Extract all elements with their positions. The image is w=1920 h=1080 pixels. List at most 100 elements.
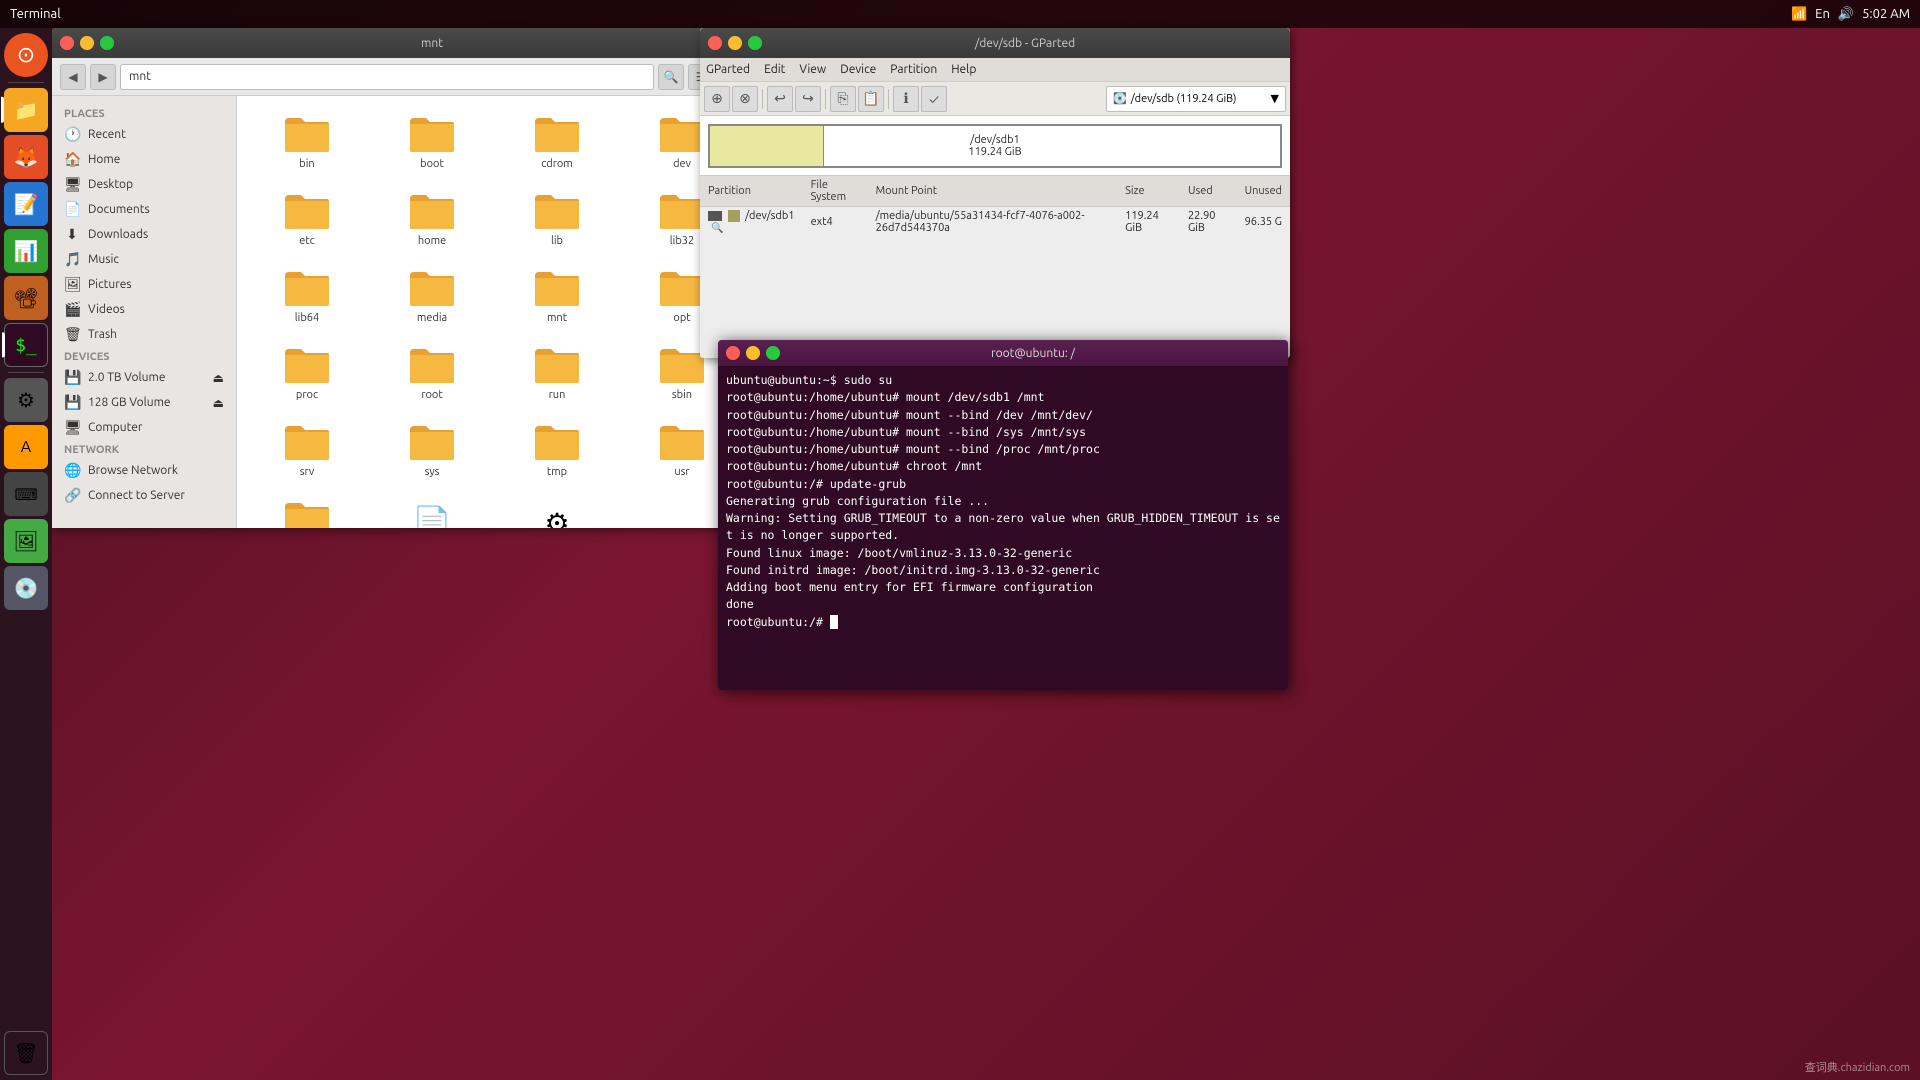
pictures-label: Pictures: [88, 278, 132, 291]
gp-btn-copy[interactable]: ⎘: [830, 86, 856, 112]
terminal-line: ubuntu@ubuntu:~$ sudo su: [726, 372, 1280, 389]
gp-btn-check[interactable]: ✓: [921, 86, 947, 112]
gparted-max-btn[interactable]: [748, 36, 762, 50]
path-bar[interactable]: mnt: [120, 64, 654, 90]
file-item[interactable]: tmp: [497, 414, 617, 486]
terminal-min-btn[interactable]: [746, 346, 760, 360]
file-item[interactable]: bin: [247, 106, 367, 178]
partition-partition: /dev/sdb1 🔍: [700, 207, 803, 238]
volume-128gb-label: 128 GB Volume: [88, 396, 171, 409]
file-manager-max-btn[interactable]: [100, 36, 114, 50]
network-icon: 📶: [1791, 7, 1807, 22]
sidebar-item-recent[interactable]: 🕐 Recent: [52, 122, 236, 147]
desktop-icon: 🖥: [64, 176, 80, 193]
devices-section-title: Devices: [52, 347, 236, 365]
file-item[interactable]: lib64: [247, 260, 367, 332]
forward-button[interactable]: ▶: [90, 64, 116, 90]
videos-icon: 🎬: [64, 301, 80, 318]
sidebar-item-connect-server[interactable]: 🔗 Connect to Server: [52, 483, 236, 508]
gp-btn-apply[interactable]: ↪: [795, 86, 821, 112]
eject-2tb-icon[interactable]: ⏏: [213, 371, 224, 385]
file-item[interactable]: 📄 initrd.img: [372, 491, 492, 528]
downloads-icon: ⬇: [64, 226, 80, 243]
gparted-menu-gparted[interactable]: GParted: [706, 63, 750, 76]
gp-btn-paste[interactable]: 📋: [858, 86, 884, 112]
launcher-icon-ubuntu[interactable]: ⊙: [4, 33, 48, 77]
back-button[interactable]: ◀: [60, 64, 86, 90]
launcher-icon-terminal[interactable]: $_: [4, 323, 48, 367]
launcher-icon-shortcuts[interactable]: ⌨: [4, 472, 48, 516]
gparted-menu-partition[interactable]: Partition: [890, 63, 937, 76]
disk-icon: [708, 211, 722, 221]
sidebar-item-browse-network[interactable]: 🌐 Browse Network: [52, 458, 236, 483]
gparted-menu-view[interactable]: View: [799, 63, 826, 76]
folder-icon: [658, 114, 706, 154]
eject-128gb-icon[interactable]: ⏏: [213, 396, 224, 410]
launcher-icon-browser[interactable]: 🦊: [4, 135, 48, 179]
file-item[interactable]: media: [372, 260, 492, 332]
terminal-line: Generating grub configuration file ...: [726, 493, 1280, 510]
file-item[interactable]: var: [247, 491, 367, 528]
folder-icon: [408, 114, 456, 154]
terminal-content[interactable]: ubuntu@ubuntu:~$ sudo suroot@ubuntu:/hom…: [718, 366, 1288, 690]
gparted-menu-help[interactable]: Help: [951, 63, 976, 76]
launcher-icon-impress[interactable]: 📽: [4, 276, 48, 320]
file-item[interactable]: boot: [372, 106, 492, 178]
search-button[interactable]: 🔍: [658, 64, 684, 90]
sidebar-item-home[interactable]: 🏠 Home: [52, 147, 236, 172]
table-row[interactable]: /dev/sdb1 🔍 ext4 /media/ubuntu/55a31434-…: [700, 207, 1290, 238]
sidebar-item-trash[interactable]: 🗑 Trash: [52, 322, 236, 347]
launcher-icon-settings[interactable]: ⚙: [4, 378, 48, 422]
file-manager-close-btn[interactable]: [60, 36, 74, 50]
file-item[interactable]: lib: [497, 183, 617, 255]
color-box: [728, 210, 740, 222]
sidebar-item-desktop[interactable]: 🖥 Desktop: [52, 172, 236, 197]
file-item[interactable]: proc: [247, 337, 367, 409]
device-selector[interactable]: 💽 /dev/sdb (119.24 GiB) ▼: [1106, 86, 1286, 112]
file-item[interactable]: root: [372, 337, 492, 409]
gp-btn-new[interactable]: ⊕: [704, 86, 730, 112]
launcher-icon-disk[interactable]: 💿: [4, 566, 48, 610]
sidebar-item-downloads[interactable]: ⬇ Downloads: [52, 222, 236, 247]
terminal-close-btn[interactable]: [726, 346, 740, 360]
launcher-icon-calc[interactable]: 📊: [4, 229, 48, 273]
gp-btn-undo[interactable]: ↩: [767, 86, 793, 112]
sidebar-item-computer[interactable]: 🖥 Computer: [52, 415, 236, 440]
terminal-title: root@ubuntu: /: [786, 347, 1280, 360]
sidebar-item-128gb[interactable]: 💾 128 GB Volume ⏏: [52, 390, 236, 415]
zoom-icon: 🔍: [711, 222, 723, 233]
sidebar-item-music[interactable]: 🎵 Music: [52, 247, 236, 272]
file-item[interactable]: mnt: [497, 260, 617, 332]
file-manager-min-btn[interactable]: [80, 36, 94, 50]
downloads-label: Downloads: [88, 228, 148, 241]
trash-icon: 🗑: [64, 326, 80, 343]
file-item[interactable]: cdrom: [497, 106, 617, 178]
sidebar-item-pictures[interactable]: 🖼 Pictures: [52, 272, 236, 297]
sidebar-item-2tb[interactable]: 💾 2.0 TB Volume ⏏: [52, 365, 236, 390]
partition-size-cell: 119.24 GiB: [1117, 207, 1180, 238]
gp-btn-info[interactable]: ℹ: [893, 86, 919, 112]
file-item[interactable]: sys: [372, 414, 492, 486]
music-icon: 🎵: [64, 251, 80, 268]
col-size: Size: [1117, 176, 1180, 207]
gparted-menu-device[interactable]: Device: [840, 63, 876, 76]
file-item[interactable]: etc: [247, 183, 367, 255]
terminal-line: root@ubuntu:/#: [726, 614, 1280, 631]
gp-btn-remove[interactable]: ⊗: [732, 86, 758, 112]
launcher-icon-trash[interactable]: 🗑: [4, 1031, 48, 1075]
sidebar-item-videos[interactable]: 🎬 Videos: [52, 297, 236, 322]
file-item[interactable]: srv: [247, 414, 367, 486]
gparted-menu-edit[interactable]: Edit: [764, 63, 785, 76]
computer-label: Computer: [88, 421, 142, 434]
file-item[interactable]: run: [497, 337, 617, 409]
launcher-icon-files[interactable]: 📁: [4, 88, 48, 132]
launcher-icon-amazon[interactable]: A: [4, 425, 48, 469]
gparted-min-btn[interactable]: [728, 36, 742, 50]
launcher-icon-image-viewer[interactable]: 🖼: [4, 519, 48, 563]
file-item[interactable]: home: [372, 183, 492, 255]
gparted-close-btn[interactable]: [708, 36, 722, 50]
file-item[interactable]: ⚙ vmlinuz: [497, 491, 617, 528]
sidebar-item-documents[interactable]: 📄 Documents: [52, 197, 236, 222]
launcher-icon-writer[interactable]: 📝: [4, 182, 48, 226]
terminal-max-btn[interactable]: [766, 346, 780, 360]
